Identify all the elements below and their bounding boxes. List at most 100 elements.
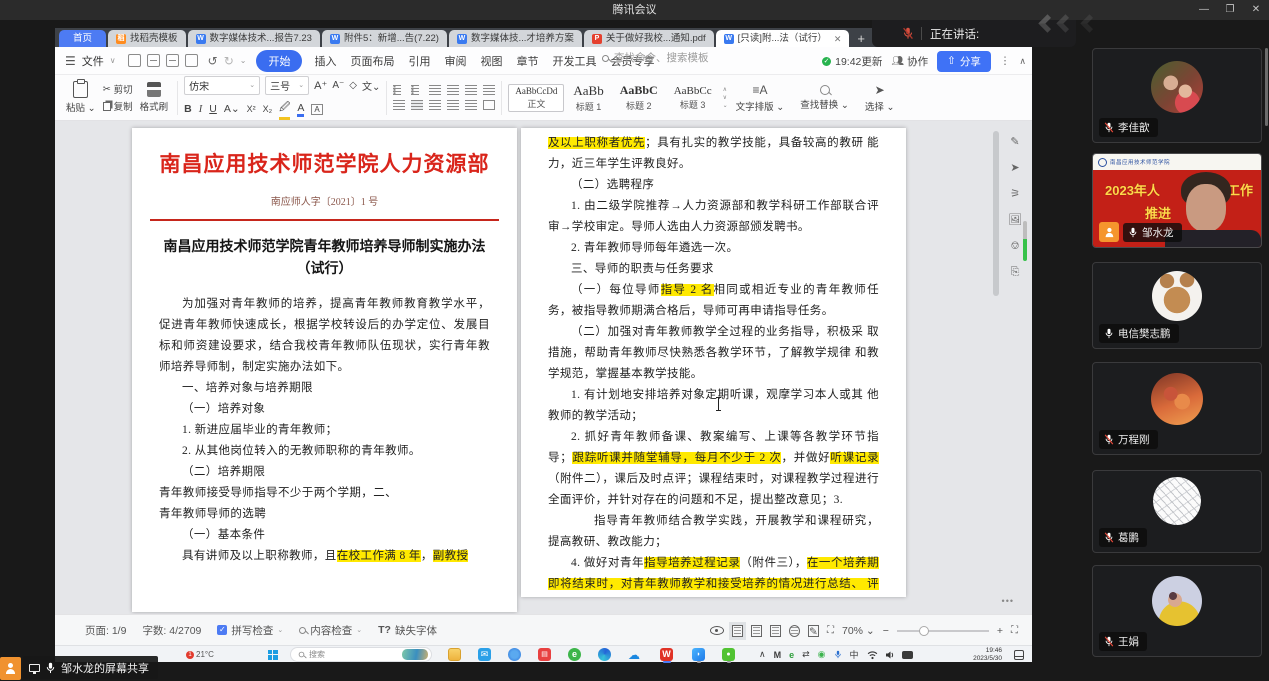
italic-button[interactable]: I (199, 104, 203, 115)
view-pen-icon[interactable]: ✎ (808, 625, 819, 637)
edge-browser-icon[interactable] (598, 647, 611, 662)
copy-button[interactable]: 复制 (103, 99, 133, 113)
participant-tile[interactable]: 王娟 (1092, 565, 1262, 657)
participant-tile-active-speaker[interactable]: 南昌应用技术师范学院 2023年人 工作 推进 邹水龙 (1092, 153, 1262, 248)
style-normal[interactable]: AaBbCcDd 正文 (508, 84, 564, 112)
menu-item-view[interactable]: 视图 (480, 53, 502, 69)
redo-icon[interactable]: ↻ (224, 54, 234, 68)
menu-item-home[interactable]: 开始 (256, 50, 302, 72)
document-page-1[interactable]: 南昌应用技术师范学院人力资源部 南应师人字〔2021〕1 号 南昌应用技术师范学… (132, 128, 517, 612)
character-border-icon[interactable]: A (311, 104, 322, 115)
minimize-button[interactable]: — (1191, 0, 1217, 20)
restore-button[interactable]: ❐ (1217, 0, 1243, 20)
weather-widget[interactable]: 1 21°C (186, 647, 214, 662)
tray-e-app-icon[interactable]: e (789, 650, 794, 660)
taskbar-search[interactable] (290, 647, 432, 662)
collaborate-button[interactable]: 👥︎协作 (891, 54, 928, 69)
tab-document-1[interactable]: W数字媒体技术...报告7.23 (188, 30, 320, 47)
styles-more-icon[interactable]: ⌄ (723, 102, 728, 109)
fit-page-icon[interactable]: ⛶ (827, 625, 834, 636)
security-app-icon[interactable]: ◉ (818, 649, 826, 660)
collapse-ribbon-icon[interactable]: ∧ (1019, 56, 1026, 67)
notification-center-icon[interactable] (1014, 647, 1024, 662)
style-heading1[interactable]: AaBb 标题 1 (566, 81, 610, 115)
participant-tile[interactable]: 电信樊志鹏 (1092, 262, 1262, 349)
command-search-input[interactable] (614, 52, 729, 64)
view-web-icon[interactable] (789, 625, 800, 637)
zoom-level[interactable]: 70% ⌄ (842, 625, 875, 637)
zoom-slider[interactable] (897, 630, 989, 632)
tab-document-2[interactable]: W附件5：新增...告(7.22) (322, 30, 447, 47)
onedrive-icon[interactable]: ☁ (628, 647, 640, 662)
align-right-icon[interactable] (429, 100, 441, 110)
share-button[interactable]: ⇧分享 (937, 51, 991, 72)
select-cursor-icon[interactable]: ➤ (1010, 163, 1019, 174)
menu-item-dev-tools[interactable]: 开发工具 (552, 53, 596, 69)
browser-app-icon[interactable] (508, 647, 521, 662)
superscript-button[interactable]: X² (247, 104, 256, 114)
fullscreen-icon[interactable]: ⛶ (1011, 625, 1018, 636)
red-app-icon[interactable]: ▤ (538, 647, 551, 662)
pen-annotate-icon[interactable]: ✎ (1010, 137, 1019, 148)
select-button[interactable]: ➤ 选择 ⌄ (865, 83, 895, 113)
new-tab-button[interactable]: + (857, 31, 865, 46)
font-size-select[interactable]: 三号⌄ (265, 76, 309, 95)
style-heading3[interactable]: AaBbCc 标题 3 (667, 83, 719, 113)
tab-docer-templates[interactable]: 稻找稻壳模板 (108, 30, 186, 47)
tab-home[interactable]: 首页 (59, 30, 106, 47)
print-preview-icon[interactable] (185, 54, 198, 67)
tencent-meeting-app-icon[interactable]: ◗ (692, 647, 705, 662)
char-spacing-icon[interactable] (483, 85, 495, 95)
network-activity-icon[interactable]: ⇄ (802, 649, 810, 660)
line-spacing-icon[interactable] (465, 100, 477, 110)
content-check-button[interactable]: 内容检查⌄ (299, 623, 362, 638)
seal-icon[interactable]: ⎊ (1011, 241, 1020, 252)
view-print-layout-icon[interactable] (732, 625, 743, 637)
zoom-out-button[interactable]: − (883, 625, 889, 637)
font-color-icon[interactable]: A (297, 102, 304, 117)
file-menu[interactable]: ☰ 文件 ∨ (65, 53, 116, 69)
view-book-icon[interactable] (770, 625, 781, 637)
cut-button[interactable]: ✂剪切 (103, 82, 133, 96)
print-icon[interactable] (166, 54, 179, 67)
participant-tile[interactable]: 万程刚 (1092, 362, 1262, 455)
font-name-select[interactable]: 仿宋⌄ (184, 76, 260, 95)
justify-icon[interactable] (447, 100, 459, 110)
decrease-indent-icon[interactable] (429, 85, 441, 95)
ime-indicator[interactable]: 中 (850, 648, 859, 661)
align-left-icon[interactable] (393, 100, 405, 110)
volume-icon[interactable] (885, 650, 895, 660)
tab-document-3[interactable]: W数字媒体技...才培养方案 (449, 30, 582, 47)
highlight-color-icon[interactable]: 🖉 (279, 99, 290, 120)
microphone-tray-icon[interactable] (834, 649, 842, 660)
underline-button[interactable]: U (209, 103, 217, 115)
adjust-settings-icon[interactable]: ⚞ (1010, 189, 1020, 200)
zoom-slider-knob[interactable] (919, 626, 929, 636)
tab-active-document[interactable]: W[只读]附...法（试行）✕ (716, 30, 850, 47)
mail-app-icon[interactable]: ✉ (478, 647, 491, 662)
sharer-indicator[interactable] (0, 657, 21, 680)
decrease-font-icon[interactable]: A⁻ (332, 80, 344, 91)
borders-icon[interactable] (483, 100, 495, 110)
taskbar-search-input[interactable] (309, 650, 379, 659)
document-canvas[interactable]: 南昌应用技术师范学院人力资源部 南应师人字〔2021〕1 号 南昌应用技术师范学… (55, 121, 1032, 614)
taskbar-clock[interactable]: 19:46 2023/5/30 (973, 646, 1002, 663)
wechat-app-icon[interactable]: ● (722, 647, 735, 662)
bullet-list-icon[interactable] (393, 85, 405, 95)
bold-button[interactable]: B (184, 103, 192, 115)
eye-protect-icon[interactable] (710, 626, 724, 635)
menu-item-insert[interactable]: 插入 (314, 53, 336, 69)
format-painter-button[interactable]: 格式刷 (140, 82, 169, 113)
document-page-2[interactable]: 及以上职称者优先；具有扎实的教学技能，具备较高的教研 能力，近三年学生评教良好。… (521, 128, 906, 597)
subscript-button[interactable]: X₂ (263, 104, 273, 114)
export-icon[interactable] (147, 54, 160, 67)
text-layout-button[interactable]: ≡A 文字排版 ⌄ (736, 83, 785, 113)
export-image-icon[interactable]: 🖼︎ (1008, 215, 1022, 226)
increase-font-icon[interactable]: A⁺ (314, 79, 327, 92)
start-button[interactable] (268, 647, 278, 662)
zoom-in-button[interactable]: + (997, 625, 1003, 637)
tray-m-app-icon[interactable]: M (774, 650, 782, 660)
command-search[interactable] (602, 52, 729, 64)
menu-item-references[interactable]: 引用 (408, 53, 430, 69)
participant-tile[interactable]: 李佳歆 (1092, 48, 1262, 143)
